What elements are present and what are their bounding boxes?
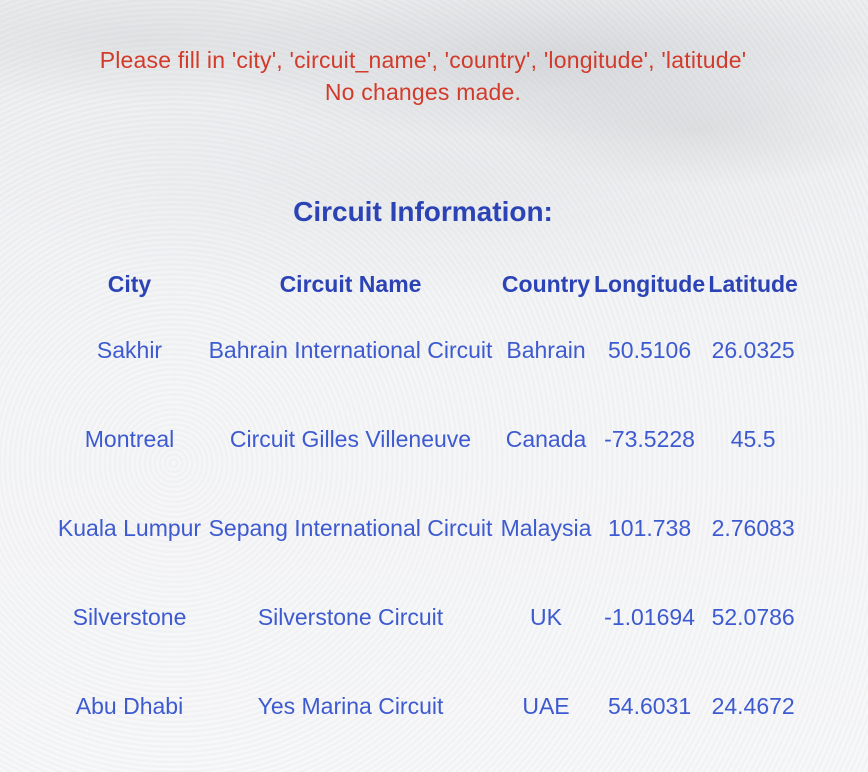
cell-latitude: 52.0786 xyxy=(711,604,795,630)
header-circuit-name: Circuit Name xyxy=(279,270,422,297)
table-row: Sakhir Bahrain International Circuit Bah… xyxy=(56,306,801,395)
header-country: Country xyxy=(501,270,591,297)
table-row: Silverstone Silverstone Circuit UK -1.01… xyxy=(56,573,801,662)
section-title: Circuit Information: xyxy=(293,196,553,227)
cell-country: UAE xyxy=(522,693,570,719)
cell-latitude: 24.4672 xyxy=(711,693,795,719)
cell-country: Bahrain xyxy=(506,337,586,363)
table-row: Abu Dhabi Yes Marina Circuit UAE 54.6031… xyxy=(56,662,801,751)
cell-latitude: 2.76083 xyxy=(711,515,795,541)
cell-longitude: 101.738 xyxy=(608,515,692,541)
table-header-row: City Circuit Name Country Longitude Lati… xyxy=(56,262,801,306)
cell-circuit-name: Silverstone Circuit xyxy=(257,604,444,630)
cell-longitude: 50.5106 xyxy=(608,337,692,363)
header-latitude: Latitude xyxy=(708,270,798,297)
table-row: Montreal Circuit Gilles Villeneuve Canad… xyxy=(56,395,801,484)
cell-circuit-name: Circuit Gilles Villeneuve xyxy=(229,426,472,452)
cell-city: Silverstone xyxy=(72,604,187,630)
cell-latitude: 26.0325 xyxy=(711,337,795,363)
cell-latitude: 45.5 xyxy=(730,426,776,452)
cell-country: Malaysia xyxy=(500,515,592,541)
error-message: Please fill in 'city', 'circuit_name', '… xyxy=(99,47,747,73)
cell-city: Sakhir xyxy=(96,337,163,363)
flash-messages: Please fill in 'city', 'circuit_name', '… xyxy=(0,44,846,108)
circuits-table: City Circuit Name Country Longitude Lati… xyxy=(56,262,801,751)
cell-circuit-name: Bahrain International Circuit xyxy=(208,337,493,363)
table-row: Kuala Lumpur Sepang International Circui… xyxy=(56,484,801,573)
status-message: No changes made. xyxy=(324,79,522,105)
cell-circuit-name: Sepang International Circuit xyxy=(208,515,493,541)
header-city: City xyxy=(107,270,152,297)
cell-country: UK xyxy=(530,604,562,630)
cell-longitude: 54.6031 xyxy=(608,693,692,719)
cell-circuit-name: Yes Marina Circuit xyxy=(257,693,444,719)
cell-longitude: -73.5228 xyxy=(604,426,695,452)
cell-city: Montreal xyxy=(84,426,175,452)
cell-city: Kuala Lumpur xyxy=(57,515,202,541)
cell-country: Canada xyxy=(505,426,587,452)
header-longitude: Longitude xyxy=(594,270,706,297)
page-content: Please fill in 'city', 'circuit_name', '… xyxy=(0,0,868,772)
cell-city: Abu Dhabi xyxy=(75,693,184,719)
cell-longitude: -1.01694 xyxy=(604,604,695,630)
